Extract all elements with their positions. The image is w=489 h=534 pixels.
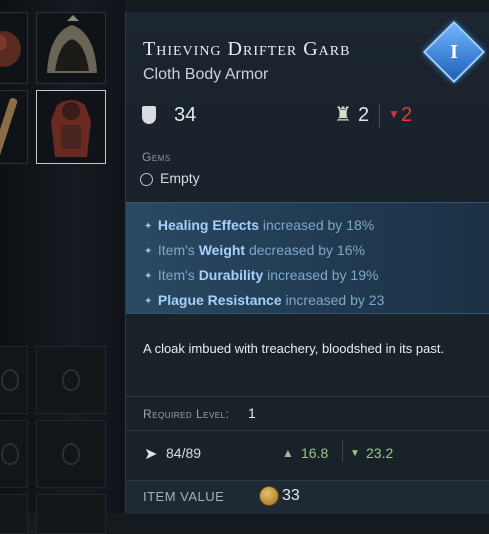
weight-class-value: 2	[358, 104, 370, 126]
bullet-icon: ✦	[144, 246, 153, 257]
modifiers-panel: ✦ Healing Effects increased by 18% ✦ Ite…	[126, 202, 489, 314]
item-tooltip: Thieving Drifter Garb Cloth Body Armor I…	[125, 12, 489, 514]
armor-icon	[0, 31, 21, 67]
modifier-line: ✦ Plague Resistance increased by 23	[144, 292, 384, 308]
item-value-bar: ITEM VALUE 33	[126, 480, 489, 514]
inventory-slot-empty[interactable]	[36, 494, 106, 534]
modifier-line: ✦ Item's Durability increased by 19%	[144, 267, 378, 283]
inventory-slot-empty[interactable]	[0, 420, 28, 488]
inventory-slot-empty[interactable]	[0, 494, 28, 534]
protection-value: 23.2	[366, 445, 394, 461]
modifier-stat: Weight	[198, 242, 246, 258]
modifier-amount: increased by 19%	[263, 267, 379, 283]
damage-modifier-value: 2	[401, 104, 413, 126]
item-description: A cloak imbued with treachery, bloodshed…	[143, 341, 445, 356]
modifier-line: ✦ Healing Effects increased by 18%	[144, 217, 374, 233]
item-name: Thieving Drifter Garb	[143, 38, 351, 60]
bullet-icon: ✦	[144, 296, 153, 307]
inventory-slot-weapon[interactable]	[0, 90, 28, 164]
item-type: Cloth Body Armor	[143, 66, 269, 83]
gems-label: Gems	[142, 150, 171, 164]
body-armor-icon	[51, 100, 91, 157]
modifier-prefix: Item's	[157, 267, 199, 283]
modifier-stat: Healing Effects	[157, 217, 260, 233]
modifier-amount: decreased by 16%	[245, 242, 365, 258]
protection-icon: ▼	[350, 448, 360, 459]
shield-icon	[142, 106, 156, 124]
modifier-prefix: Item's	[157, 242, 199, 258]
ring-slot-icon	[1, 369, 19, 391]
inventory-slot-body-armor[interactable]	[36, 90, 106, 164]
inventory-grid	[0, 0, 125, 534]
stat-divider	[379, 104, 380, 128]
inventory-slot-empty[interactable]	[0, 346, 28, 414]
gem-slot-status: Empty	[160, 170, 200, 186]
divider	[126, 430, 489, 431]
modifier-amount: increased by 18%	[259, 217, 375, 233]
bullet-icon: ✦	[144, 221, 153, 232]
damage-modifier-icon: ▼	[388, 107, 400, 121]
durability-icon: ➤	[144, 446, 158, 463]
stat-divider	[342, 440, 343, 462]
weapon-icon	[0, 98, 18, 156]
tier-number: I	[450, 41, 458, 63]
modifier-amount: increased by 23	[281, 292, 385, 308]
inventory-slot-empty[interactable]	[36, 420, 106, 488]
inventory-slot-helmet[interactable]	[36, 12, 106, 84]
ring-slot-icon	[62, 443, 80, 465]
required-level-label: Required Level:	[143, 407, 230, 421]
helmet-icon	[47, 15, 97, 73]
required-level-value: 1	[248, 405, 256, 421]
weight-value: 16.8	[301, 445, 329, 461]
ring-slot-icon	[1, 443, 19, 465]
armor-value: 34	[174, 104, 197, 126]
inventory-slot-empty[interactable]	[36, 346, 106, 414]
ring-slot-icon	[62, 369, 80, 391]
inventory-slot-armor[interactable]	[0, 12, 28, 84]
durability-value: 84/89	[166, 445, 202, 461]
item-value-label: ITEM VALUE	[143, 489, 225, 504]
modifier-line: ✦ Item's Weight decreased by 16%	[144, 242, 365, 258]
weight-class-icon: ♜	[334, 104, 352, 126]
bullet-icon: ✦	[144, 271, 153, 282]
modifier-stat: Plague Resistance	[157, 292, 282, 308]
modifier-stat: Durability	[198, 267, 264, 283]
weight-icon: ▲	[282, 446, 294, 460]
gem-slot-icon	[140, 173, 153, 186]
coin-icon	[259, 486, 279, 506]
item-value: 33	[282, 487, 300, 504]
divider	[126, 396, 489, 397]
